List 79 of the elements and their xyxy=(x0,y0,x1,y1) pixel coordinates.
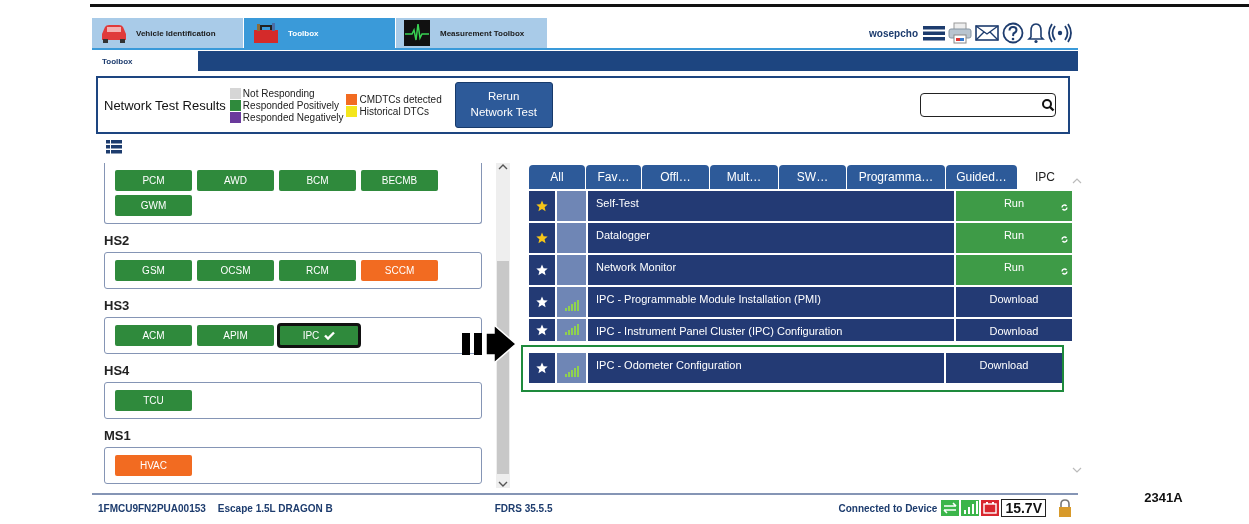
connection-icon xyxy=(941,500,960,516)
module-button[interactable]: RCM xyxy=(279,260,356,281)
tool-name[interactable]: IPC - Odometer Configuration xyxy=(588,353,944,383)
search-icon xyxy=(1041,98,1055,112)
signal-icon xyxy=(961,500,980,516)
list-view-icon[interactable] xyxy=(106,140,122,154)
run-button[interactable]: Run xyxy=(956,255,1072,285)
legend-item: CMDTCs detected xyxy=(346,93,442,105)
tool-name[interactable]: Datalogger xyxy=(588,223,954,253)
run-button[interactable]: Run xyxy=(956,191,1072,221)
group-heading: HS2 xyxy=(104,233,131,248)
tool-name[interactable]: Network Monitor xyxy=(588,255,954,285)
tool-tab[interactable]: Programma… xyxy=(847,165,945,189)
bell-icon[interactable] xyxy=(1027,22,1045,44)
group-heading: MS1 xyxy=(104,428,132,443)
star-icon[interactable] xyxy=(536,324,548,336)
check-icon xyxy=(324,331,336,340)
software-version: FDRS 35.5.5 xyxy=(494,502,553,514)
figure-label: 2341A xyxy=(1144,490,1183,505)
connection-status: Connected to Device xyxy=(838,502,938,514)
module-button[interactable]: BCM xyxy=(279,170,356,191)
refresh-icon[interactable] xyxy=(1061,268,1068,275)
menu-icon[interactable] xyxy=(923,24,945,42)
printer-icon[interactable] xyxy=(948,22,972,44)
module-button[interactable]: GSM xyxy=(115,260,192,281)
module-button[interactable]: AWD xyxy=(197,170,274,191)
lock-icon xyxy=(1058,499,1072,517)
vin-text: 1FMCU9FN2PUA00153 xyxy=(98,502,206,514)
run-button[interactable]: Run xyxy=(956,223,1072,253)
download-button[interactable]: Download xyxy=(946,353,1062,383)
tool-tab[interactable]: SW… xyxy=(779,165,846,189)
tool-tab[interactable]: Guided… xyxy=(946,165,1017,189)
toolbox-tab[interactable]: Toolbox xyxy=(92,51,198,71)
rerun-button[interactable]: Rerun Network Test xyxy=(454,82,553,128)
star-icon[interactable] xyxy=(536,232,548,244)
legend-item: Responded Negatively xyxy=(229,111,344,123)
download-button[interactable]: Download xyxy=(956,319,1072,341)
module-button[interactable]: OCSM xyxy=(197,260,274,281)
module-button[interactable]: GWM xyxy=(115,195,192,216)
star-icon[interactable] xyxy=(536,200,548,212)
tool-tab[interactable]: All xyxy=(529,165,585,189)
tool-tab[interactable]: Mult… xyxy=(710,165,778,189)
tool-name[interactable]: IPC - Instrument Panel Cluster (IPC) Configuration xyxy=(588,319,954,341)
voltage-reading: 15.7V xyxy=(1001,499,1046,517)
refresh-icon[interactable] xyxy=(1061,236,1068,243)
search-field[interactable] xyxy=(920,93,1056,117)
broadcast-icon[interactable] xyxy=(1048,23,1072,43)
module-tab[interactable]: Measurement Toolbox xyxy=(396,18,547,48)
module-button[interactable]: IPC xyxy=(279,325,359,346)
pointing-arrow-drawing xyxy=(462,324,518,364)
legend-item: Historical DTCs xyxy=(346,105,442,117)
legend-item: Not Responding xyxy=(229,87,344,99)
module-button[interactable]: APIM xyxy=(197,325,274,346)
mail-icon[interactable] xyxy=(975,24,999,42)
star-icon[interactable] xyxy=(536,362,548,374)
module-button[interactable]: BECMB xyxy=(361,170,438,191)
tool-tab[interactable]: Fav… xyxy=(586,165,641,189)
tool-name[interactable]: Self-Test xyxy=(588,191,954,221)
module-button[interactable]: ACM xyxy=(115,325,192,346)
toolbox-icon xyxy=(252,20,280,46)
help-icon[interactable] xyxy=(1002,22,1024,44)
module-tab[interactable]: Vehicle Identification xyxy=(92,18,243,48)
panel-title: Network Test Results xyxy=(104,97,226,113)
group-heading: HS4 xyxy=(104,363,131,378)
scrollbar[interactable] xyxy=(496,163,510,488)
vehicle-name: Escape 1.5L DRAGON B xyxy=(217,502,333,514)
user-name: wosepcho xyxy=(869,27,918,39)
tool-name[interactable]: IPC - Programmable Module Installation (PMI) xyxy=(588,287,954,317)
waveform-icon xyxy=(404,20,432,46)
legend-item: Responded Positively xyxy=(229,99,344,111)
module-button[interactable]: TCU xyxy=(115,390,192,411)
refresh-icon[interactable] xyxy=(1061,204,1068,211)
group-heading: HS3 xyxy=(104,298,131,313)
download-button[interactable]: Download xyxy=(956,287,1072,317)
star-icon[interactable] xyxy=(536,264,548,276)
star-icon[interactable] xyxy=(536,296,548,308)
battery-icon xyxy=(981,500,1000,516)
module-button[interactable]: PCM xyxy=(115,170,192,191)
tool-tab[interactable]: Offl… xyxy=(642,165,709,189)
